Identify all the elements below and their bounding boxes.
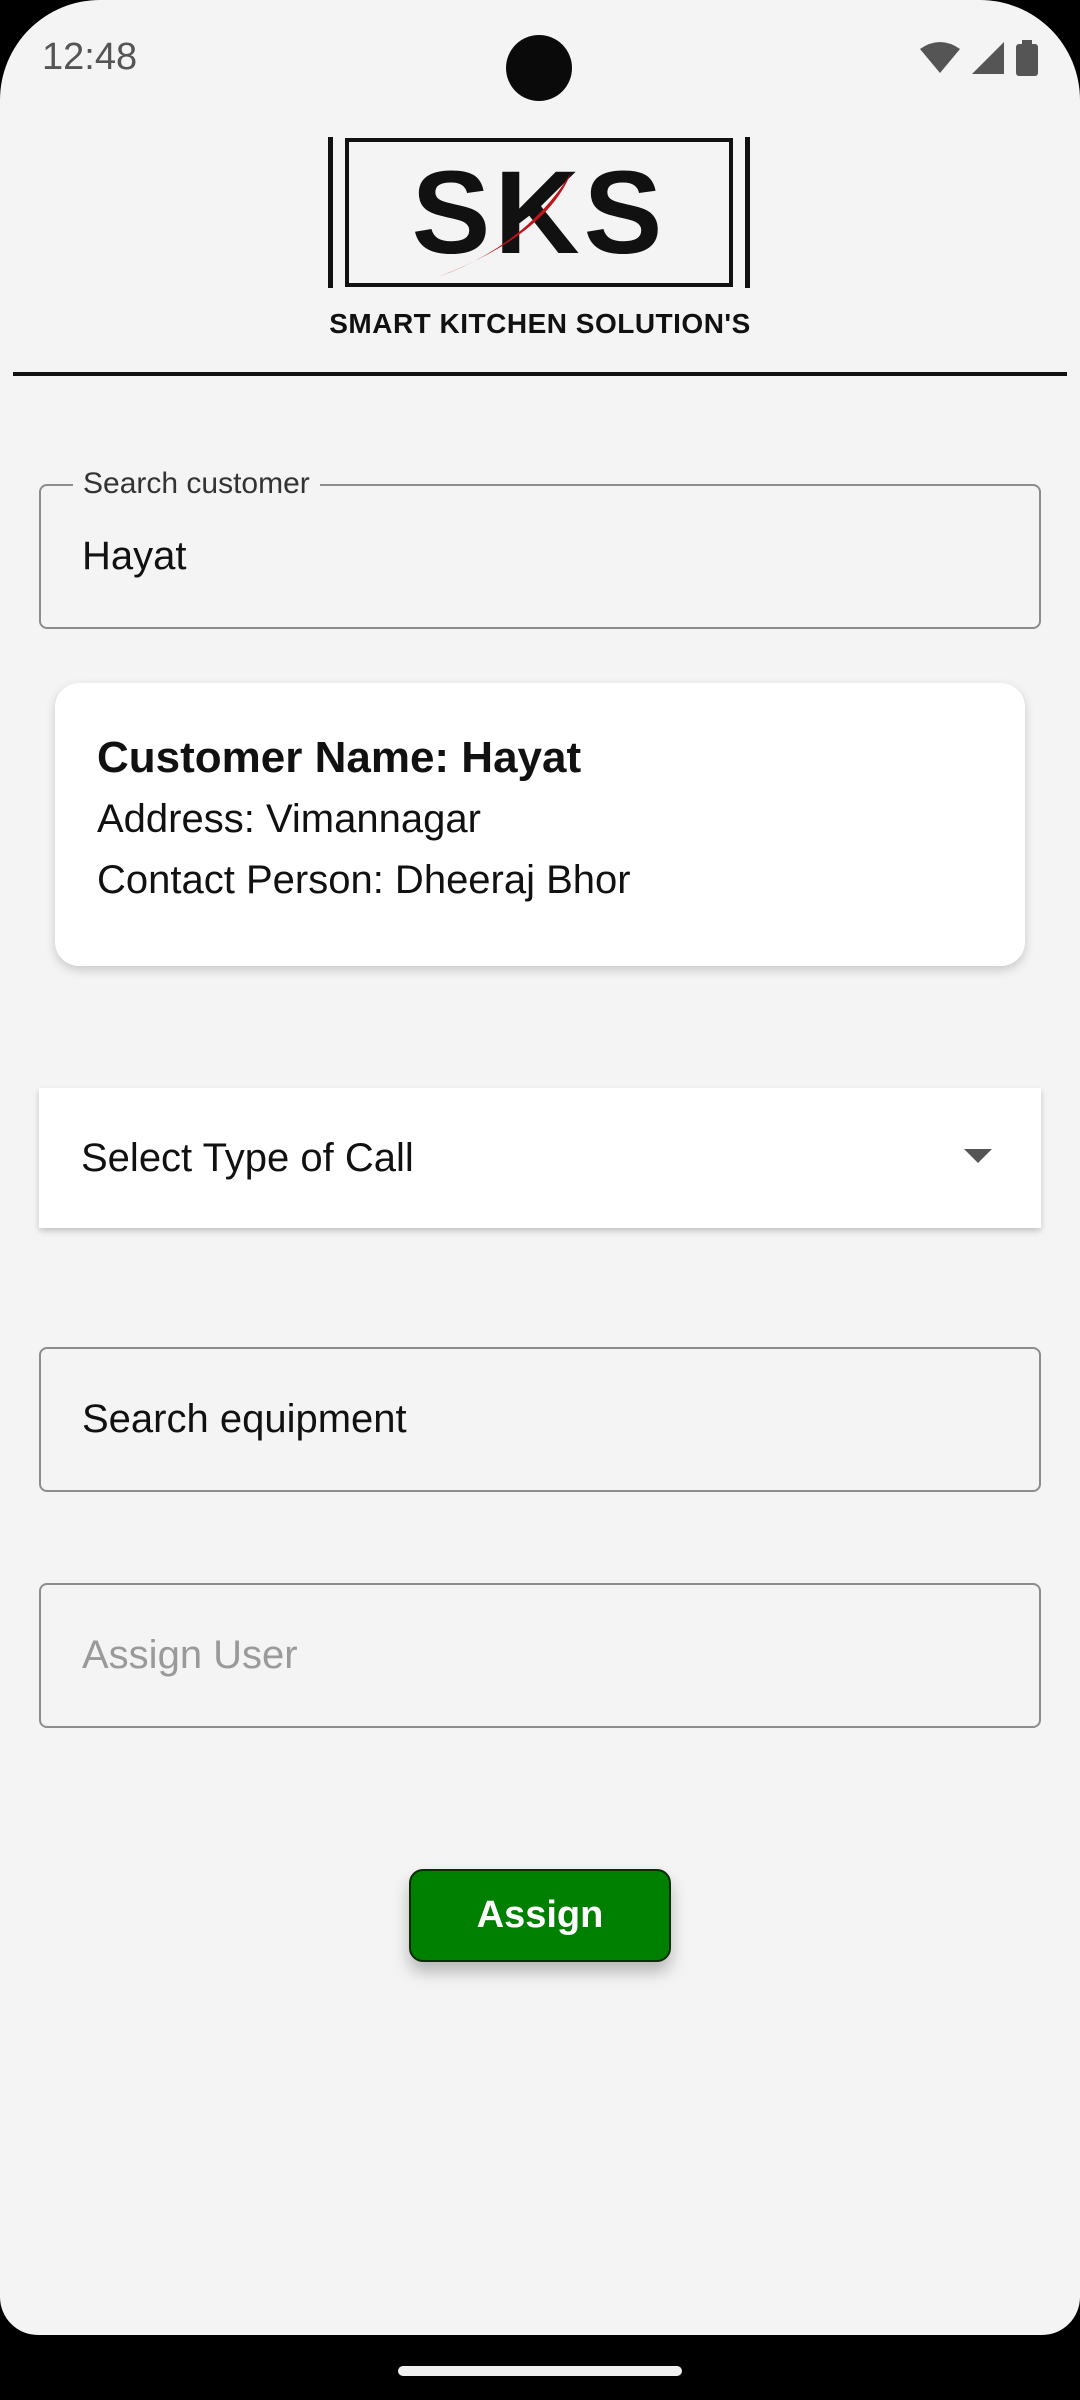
assign-button[interactable]: Assign (409, 1869, 671, 1962)
customer-contact-person: Contact Person: Dheeraj Bhor (97, 858, 631, 902)
search-customer-input[interactable]: Hayat (82, 486, 187, 627)
search-equipment-field[interactable]: Search equipment (39, 1347, 1041, 1492)
wifi-icon (920, 42, 960, 74)
dropdown-arrow-icon[interactable] (964, 1149, 992, 1163)
call-type-dropdown[interactable]: Select Type of Call (39, 1088, 1041, 1228)
app-screen: 12:48 SKS SMART KITCHEN SOLUTION'S Searc… (0, 0, 1080, 2335)
customer-card[interactable]: Customer Name: Hayat Address: Vimannagar… (55, 683, 1025, 966)
assign-user-input[interactable]: Assign User (82, 1585, 298, 1726)
camera-cutout (506, 35, 572, 101)
battery-icon (1016, 40, 1038, 76)
status-icons (920, 40, 1038, 76)
customer-address: Address: Vimannagar (97, 797, 481, 841)
company-name: SMART KITCHEN SOLUTION'S (329, 308, 751, 339)
svg-text:SKS: SKS (412, 147, 667, 279)
cellular-signal-icon (972, 42, 1004, 74)
call-type-label: Select Type of Call (81, 1136, 414, 1180)
status-time: 12:48 (42, 36, 138, 78)
assign-user-field[interactable]: Assign User (39, 1583, 1041, 1728)
home-gesture-bar[interactable] (398, 2366, 682, 2376)
header-divider (13, 372, 1067, 376)
company-logo: SKS (326, 135, 752, 290)
search-equipment-input[interactable]: Search equipment (82, 1349, 407, 1490)
customer-name: Customer Name: Hayat (97, 733, 582, 782)
search-customer-field[interactable]: Search customer Hayat (39, 467, 1041, 629)
